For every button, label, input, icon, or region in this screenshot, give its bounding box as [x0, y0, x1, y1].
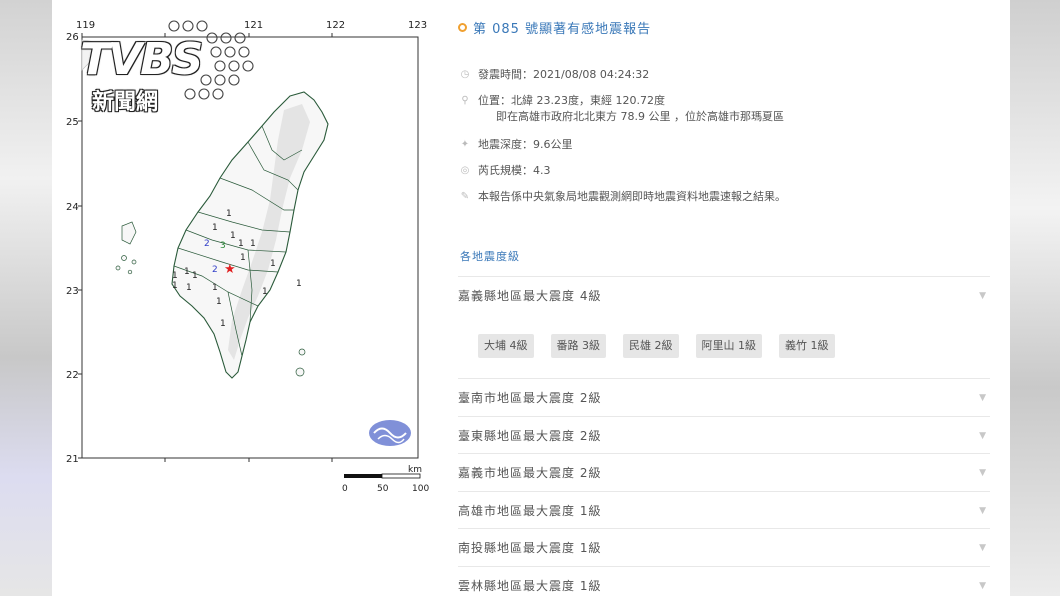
intensity-label: 3: [220, 241, 226, 251]
intensity-label: 1: [212, 283, 218, 293]
report-title: 第 085 號顯著有感地震報告: [473, 22, 652, 37]
intensity-label: 1: [226, 209, 232, 219]
location-line-1: 位置：北緯 23.23度，東經 120.72度: [478, 94, 665, 107]
cwb-logo-icon: [369, 420, 411, 446]
chevron-down-icon: ▼: [979, 580, 986, 591]
region-row-nantou[interactable]: 南投縣地區最大震度 1級 ▼: [458, 528, 990, 566]
lat-tick-25: 25: [66, 117, 79, 128]
region-label: 臺東縣地區最大震度 2級: [458, 429, 602, 443]
region-label: 雲林縣地區最大震度 1級: [458, 579, 602, 593]
title-bullet-icon: [458, 23, 467, 32]
tvbs-logo-text: TVBS: [80, 34, 203, 85]
blurred-left-margin: [0, 0, 52, 596]
intensity-label: 1: [216, 297, 222, 307]
chevron-down-icon: ▼: [979, 392, 986, 403]
region-row-chiayi-county[interactable]: 嘉義縣地區最大震度 4級 ▼: [458, 276, 990, 314]
station-chip: 民雄 2級: [623, 334, 679, 358]
intensity-label: 2: [204, 239, 210, 249]
info-note: ✎ 本報告係中央氣象局地震觀測網即時地震資料地震速報之結果。: [458, 189, 786, 205]
lon-tick-123: 123: [408, 20, 427, 31]
pencil-icon: ✎: [460, 191, 470, 202]
chevron-down-icon: ▼: [979, 505, 986, 516]
lat-tick-22: 22: [66, 370, 79, 381]
station-chip: 番路 3級: [550, 334, 606, 358]
chevron-down-icon: ▼: [979, 430, 986, 441]
region-label: 嘉義市地區最大震度 2級: [458, 466, 602, 480]
info-depth-text: 地震深度：9.6公里: [478, 138, 573, 151]
magnitude-icon: ◎: [460, 165, 470, 176]
intensity-label: 2: [212, 265, 218, 275]
intensity-label: 1: [220, 319, 226, 329]
location-pin-icon: ⚲: [461, 95, 469, 106]
intensity-label: 1: [186, 283, 192, 293]
tvbs-logo-subtitle: 新聞網: [92, 90, 159, 115]
epicenter-star-icon: ★: [224, 262, 236, 277]
region-row-chiayi-city[interactable]: 嘉義市地區最大震度 2級 ▼: [458, 453, 990, 491]
intensity-label: 1: [212, 223, 218, 233]
intensity-label: 1: [250, 239, 256, 249]
lat-tick-23: 23: [66, 286, 79, 297]
region-row-tainan[interactable]: 臺南市地區最大震度 2級 ▼: [458, 378, 990, 416]
region-label: 高雄市地區最大震度 1級: [458, 504, 602, 518]
intensity-label: 1: [238, 239, 244, 249]
info-time: ◷ 發震時間：2021/08/08 04:24:32: [458, 67, 650, 83]
screenshot-stage: 119 121 122 123 26 25 24 23 22 21 1 1 1 …: [0, 0, 1060, 596]
info-time-text: 發震時間：2021/08/08 04:24:32: [478, 68, 650, 81]
intensity-label: 1: [270, 259, 276, 269]
region-label: 南投縣地區最大震度 1級: [458, 541, 602, 555]
chevron-down-icon: ▼: [979, 467, 986, 478]
region-row-taitung[interactable]: 臺東縣地區最大震度 2級 ▼: [458, 416, 990, 454]
scale-tick-0: 0: [342, 484, 348, 494]
intensity-section-title: 各地震度級: [460, 250, 520, 263]
lon-tick-122: 122: [326, 20, 345, 31]
lat-tick-21: 21: [66, 454, 79, 465]
depth-icon: ✦: [460, 139, 470, 150]
scale-bar-white: [381, 473, 421, 479]
scale-bar-black: [344, 474, 382, 478]
scale-unit: km: [408, 465, 422, 475]
info-magnitude-text: 芮氏規模：4.3: [478, 164, 551, 177]
scale-tick-100: 100: [412, 484, 429, 494]
intensity-label: 1: [230, 231, 236, 241]
region-row-yunlin[interactable]: 雲林縣地區最大震度 1級 ▼: [458, 566, 990, 596]
intensity-label: 1: [262, 287, 268, 297]
info-note-text: 本報告係中央氣象局地震觀測網即時地震資料地震速報之結果。: [478, 190, 786, 203]
chevron-down-icon: ▼: [979, 290, 986, 301]
tvbs-logo: TVBS 新聞網: [80, 18, 270, 118]
station-chips: 大埔 4級 番路 3級 民雄 2級 阿里山 1級 義竹 1級: [478, 334, 835, 358]
info-location: ⚲ 位置：北緯 23.23度，東經 120.72度 即在高雄市政府北北東方 78…: [458, 93, 784, 125]
intensity-label: 1: [172, 271, 178, 281]
station-chip: 義竹 1級: [779, 334, 835, 358]
clock-icon: ◷: [460, 69, 470, 80]
report-page: 119 121 122 123 26 25 24 23 22 21 1 1 1 …: [52, 0, 1010, 596]
intensity-label: 1: [184, 267, 190, 277]
info-location-text: 位置：北緯 23.23度，東經 120.72度 即在高雄市政府北北東方 78.9…: [478, 93, 784, 125]
info-depth: ✦ 地震深度：9.6公里: [458, 137, 573, 153]
station-chip: 阿里山 1級: [695, 334, 762, 358]
intensity-label: 1: [296, 279, 302, 289]
blurred-right-margin: [1010, 0, 1060, 596]
scale-tick-50: 50: [377, 484, 389, 494]
region-label: 臺南市地區最大震度 2級: [458, 391, 602, 405]
chevron-down-icon: ▼: [979, 542, 986, 553]
region-row-kaohsiung[interactable]: 高雄市地區最大震度 1級 ▼: [458, 491, 990, 529]
report-title-row: 第 085 號顯著有感地震報告: [458, 18, 651, 37]
lat-tick-26: 26: [66, 32, 79, 43]
info-magnitude: ◎ 芮氏規模：4.3: [458, 163, 551, 179]
location-line-2: 即在高雄市政府北北東方 78.9 公里 ，位於高雄市那瑪夏區: [496, 110, 784, 123]
station-chip: 大埔 4級: [478, 334, 534, 358]
lat-tick-24: 24: [66, 202, 79, 213]
intensity-label: 1: [240, 253, 246, 263]
region-label: 嘉義縣地區最大震度 4級: [458, 289, 602, 303]
intensity-label: 1: [172, 281, 178, 291]
intensity-label: 1: [192, 271, 198, 281]
